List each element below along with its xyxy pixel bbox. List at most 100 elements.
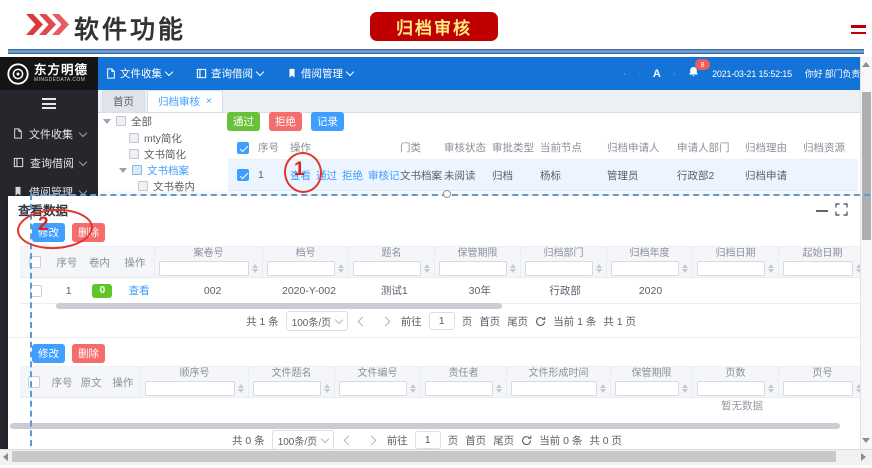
- tree-checkbox[interactable]: [138, 181, 148, 191]
- filter-input[interactable]: [697, 261, 765, 276]
- horizontal-scrollbar-thumb[interactable]: [12, 451, 836, 462]
- sort-icon[interactable]: [682, 264, 688, 273]
- filter-input[interactable]: [253, 381, 321, 396]
- page-number-input[interactable]: [429, 312, 455, 330]
- page-number-input[interactable]: [415, 431, 441, 449]
- prev-page-button[interactable]: [355, 312, 371, 330]
- reject-button[interactable]: 拒绝: [269, 112, 302, 131]
- tree-node-root[interactable]: 全部: [103, 114, 152, 128]
- view-link[interactable]: 查看: [290, 168, 311, 183]
- col-header[interactable]: 题名: [382, 248, 402, 259]
- sort-icon[interactable]: [596, 264, 602, 273]
- sort-icon[interactable]: [252, 264, 258, 273]
- filter-input[interactable]: [339, 381, 407, 396]
- tree-checkbox[interactable]: [129, 133, 139, 143]
- minimize-icon[interactable]: [816, 210, 828, 212]
- col-header[interactable]: 归档申请人: [607, 140, 677, 155]
- filter-input[interactable]: [615, 381, 679, 396]
- sort-icon[interactable]: [768, 264, 774, 273]
- sort-icon[interactable]: [600, 384, 606, 393]
- next-page-button[interactable]: [378, 312, 394, 330]
- col-header[interactable]: 页数: [725, 368, 745, 379]
- scroll-down-arrow[interactable]: [862, 438, 870, 443]
- sort-icon[interactable]: [324, 384, 330, 393]
- scroll-right-arrow[interactable]: [861, 453, 866, 461]
- fullscreen-icon[interactable]: [610, 68, 611, 79]
- filter-input[interactable]: [353, 261, 421, 276]
- row-checkbox[interactable]: [237, 169, 249, 181]
- col-header[interactable]: 保管期限: [631, 368, 671, 379]
- audit-record-link[interactable]: 审核记录: [368, 168, 400, 183]
- record-button[interactable]: 记录: [311, 112, 344, 131]
- scroll-left-arrow[interactable]: [3, 453, 8, 461]
- tree-node-wenshu-jianhua[interactable]: 文书简化: [129, 147, 186, 161]
- filter-input[interactable]: [425, 381, 493, 396]
- edit-button[interactable]: 修改: [32, 344, 65, 363]
- h-scrollbar-thumb[interactable]: [10, 423, 840, 429]
- col-header[interactable]: 页号: [812, 368, 832, 379]
- nav-item-file-collect[interactable]: 文件收集: [106, 66, 172, 81]
- col-header[interactable]: 顺序号: [179, 368, 209, 379]
- col-header[interactable]: 保管期限: [458, 248, 498, 259]
- col-header[interactable]: 起始日期: [803, 248, 843, 259]
- approve-button[interactable]: 通过: [227, 112, 260, 131]
- nav-item-borrow-manage[interactable]: 借阅管理: [287, 66, 353, 81]
- filter-input[interactable]: [439, 261, 507, 276]
- col-header[interactable]: 审核状态: [444, 140, 492, 155]
- page-size-select[interactable]: 100条/页: [272, 430, 334, 450]
- col-header[interactable]: 文件形成时间: [528, 368, 588, 379]
- app-logo[interactable]: 东方明德 MINGDEDATA.COM: [0, 57, 98, 90]
- col-header[interactable]: 归档理由: [745, 140, 803, 155]
- shield-icon[interactable]: [639, 68, 640, 80]
- last-page-button[interactable]: 尾页: [507, 314, 528, 329]
- tab-archive-review[interactable]: 归档审核 ×: [147, 90, 223, 112]
- col-header[interactable]: 案卷号: [194, 248, 224, 259]
- tree-node-mty[interactable]: mty简化: [129, 131, 182, 145]
- filter-input[interactable]: [145, 381, 235, 396]
- col-header[interactable]: 文件题名: [271, 368, 311, 379]
- sort-icon[interactable]: [510, 264, 516, 273]
- filter-input[interactable]: [525, 261, 593, 276]
- col-header[interactable]: 归档年度: [630, 248, 670, 259]
- select-all-checkbox[interactable]: [29, 256, 41, 268]
- refresh-icon[interactable]: [535, 316, 546, 327]
- sort-icon[interactable]: [682, 384, 688, 393]
- next-page-button[interactable]: [364, 431, 380, 449]
- col-header[interactable]: 当前节点: [540, 140, 607, 155]
- sort-icon[interactable]: [768, 384, 774, 393]
- edit-button[interactable]: 修改: [32, 223, 65, 242]
- col-header[interactable]: 归档部门: [544, 248, 584, 259]
- view-link[interactable]: 查看: [129, 283, 150, 298]
- delete-button[interactable]: 删除: [72, 223, 105, 242]
- reject-link[interactable]: 拒绝: [342, 168, 363, 183]
- nav-item-query-borrow[interactable]: 查询借阅: [196, 66, 263, 81]
- col-header[interactable]: 审批类型: [492, 140, 540, 155]
- prev-page-button[interactable]: [341, 431, 357, 449]
- filter-input[interactable]: [267, 261, 335, 276]
- filter-input[interactable]: [611, 261, 679, 276]
- h-scrollbar-thumb[interactable]: [56, 303, 502, 309]
- sort-icon[interactable]: [338, 264, 344, 273]
- hamburger-icon[interactable]: [42, 98, 98, 109]
- user-icon[interactable]: [674, 68, 675, 80]
- sort-icon[interactable]: [496, 384, 502, 393]
- caret-down-icon[interactable]: [103, 119, 111, 124]
- fullscreen-icon[interactable]: [835, 203, 848, 216]
- first-page-button[interactable]: 首页: [479, 314, 500, 329]
- col-header[interactable]: 归档日期: [716, 248, 756, 259]
- notifications-bell[interactable]: 8: [688, 65, 699, 83]
- filter-input[interactable]: [511, 381, 597, 396]
- col-header[interactable]: 文件编号: [357, 368, 397, 379]
- col-header[interactable]: 归档资源: [803, 140, 857, 155]
- col-header[interactable]: 申请人部门: [677, 140, 745, 155]
- tree-checkbox[interactable]: [132, 165, 142, 175]
- refresh-icon[interactable]: [521, 435, 532, 446]
- sidebar-item-query-borrow[interactable]: 查询借阅: [0, 148, 98, 177]
- select-all-checkbox[interactable]: [28, 376, 40, 388]
- col-header[interactable]: 门类: [400, 140, 444, 155]
- volume-table-row[interactable]: 1 0 查看 002 2020-Y-002 测试1 30年 行政部 2020: [20, 278, 866, 304]
- vertical-scrollbar-thumb[interactable]: [862, 92, 871, 240]
- tree-checkbox[interactable]: [129, 149, 139, 159]
- sidebar-item-file-collect[interactable]: 文件收集: [0, 119, 98, 148]
- col-header[interactable]: 责任者: [448, 368, 478, 379]
